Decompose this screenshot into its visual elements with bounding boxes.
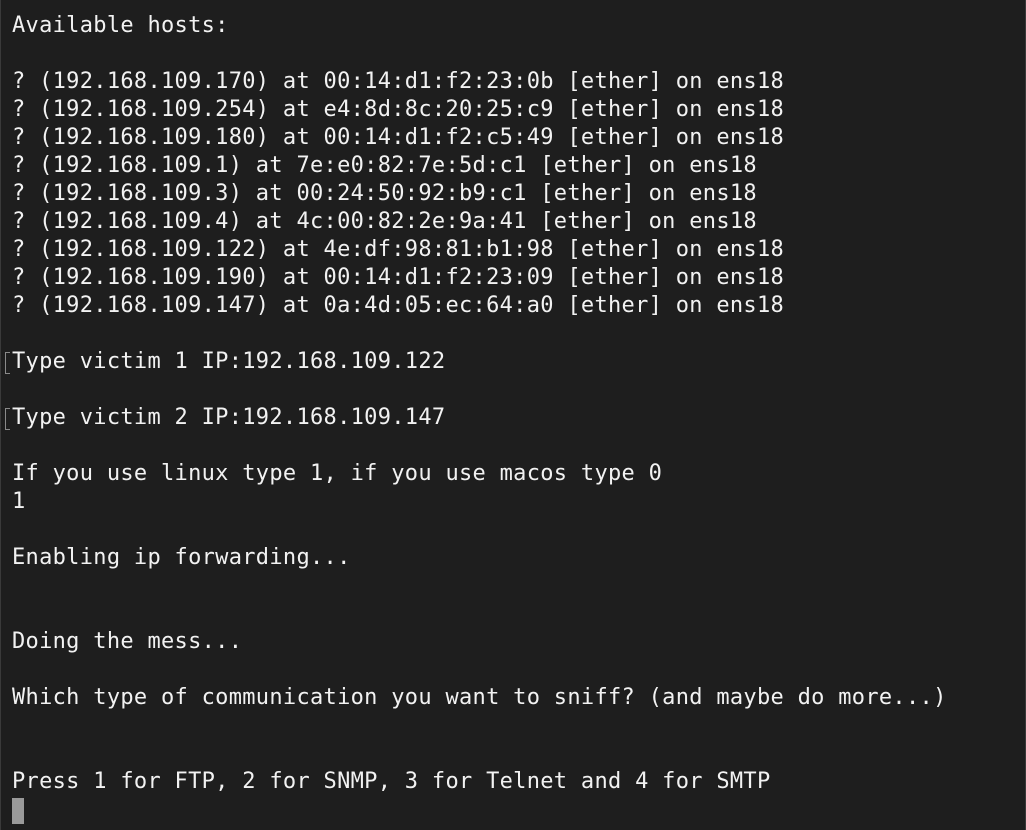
host-entry: ? (192.168.109.3) at 00:24:50:92:b9:c1 [… <box>12 181 757 206</box>
host-entry: ? (192.168.109.122) at 4e:df:98:81:b1:98… <box>12 237 785 262</box>
forwarding-message: Enabling ip forwarding... <box>12 545 351 570</box>
victim2-prompt: Type victim 2 IP:192.168.109.147 <box>12 405 446 430</box>
sniff-question: Which type of communication you want to … <box>12 685 947 710</box>
input-mark-icon <box>5 352 10 374</box>
terminal-cursor[interactable] <box>12 798 24 824</box>
os-prompt: If you use linux type 1, if you use maco… <box>12 461 663 486</box>
victim1-prompt: Type victim 1 IP:192.168.109.122 <box>12 349 446 374</box>
host-entry: ? (192.168.109.1) at 7e:e0:82:7e:5d:c1 [… <box>12 153 757 178</box>
protocol-prompt: Press 1 for FTP, 2 for SNMP, 3 for Telne… <box>12 769 771 794</box>
host-entry: ? (192.168.109.147) at 0a:4d:05:ec:64:a0… <box>12 293 785 318</box>
input-mark-icon <box>5 408 10 430</box>
host-entry: ? (192.168.109.170) at 00:14:d1:f2:23:0b… <box>12 69 785 94</box>
available-hosts-header: Available hosts: <box>12 13 229 38</box>
host-entry: ? (192.168.109.190) at 00:14:d1:f2:23:09… <box>12 265 785 290</box>
host-entry: ? (192.168.109.254) at e4:8d:8c:20:25:c9… <box>12 97 785 122</box>
host-entry: ? (192.168.109.180) at 00:14:d1:f2:c5:49… <box>12 125 785 150</box>
mess-message: Doing the mess... <box>12 629 243 654</box>
host-entry: ? (192.168.109.4) at 4c:00:82:2e:9a:41 [… <box>12 209 757 234</box>
os-answer: 1 <box>12 489 26 514</box>
terminal-window[interactable]: Available hosts: ? (192.168.109.170) at … <box>0 0 1026 830</box>
